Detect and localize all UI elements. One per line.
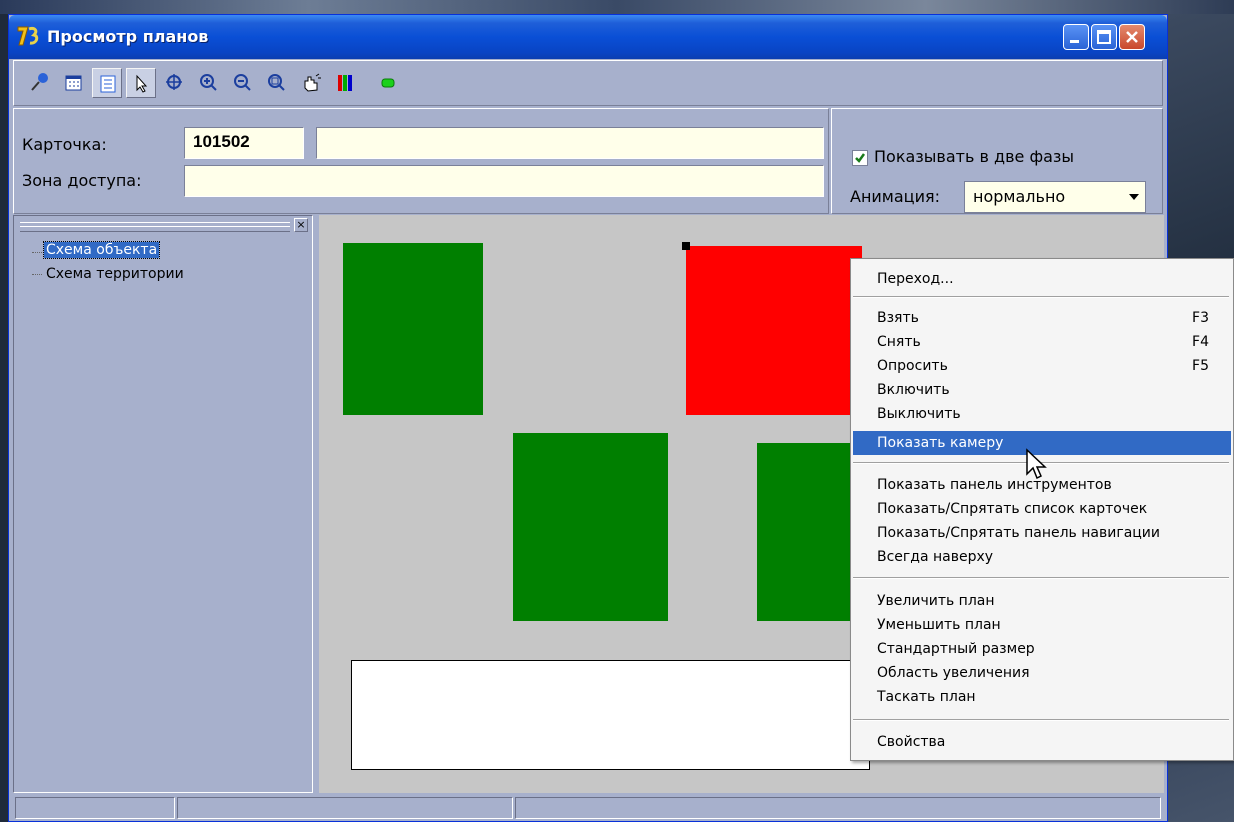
zoom-in-button[interactable] [194,68,224,98]
display-options-panel: Показывать в две фазы Анимация: нормальн… [831,108,1163,214]
desktop-background [0,0,1234,14]
maximize-button[interactable] [1091,24,1117,50]
menu-item-enable[interactable]: Включить [853,378,1231,402]
pin-icon [31,73,48,91]
zone-block[interactable] [513,433,668,621]
zoom-out-button[interactable] [228,68,258,98]
maximize-icon [1097,30,1111,44]
status-bar [13,795,1163,819]
two-phase-checkbox[interactable] [852,150,868,166]
zone-block[interactable] [343,243,483,415]
access-zone-field[interactable] [184,165,824,197]
standard-size-icon [166,74,182,90]
menu-separator [853,719,1229,721]
two-phase-label[interactable]: Показывать в две фазы [874,147,1074,166]
menu-item-goto[interactable]: Переход... [853,267,1231,291]
plan-text-area[interactable] [351,660,870,770]
toolbar [13,60,1163,106]
zoom-area-icon [268,74,285,91]
animation-select-value: нормально [973,187,1066,206]
zoom-area-button[interactable] [262,68,292,98]
tree-item-object-scheme[interactable]: Схема объекта [42,241,161,259]
mouse-cursor-icon [1026,448,1047,480]
access-zone-label: Зона доступа: [22,171,142,190]
status-indicator-icon [381,78,395,88]
navigation-panel: × Схема объекта Схема территории [13,215,313,793]
menu-item-properties[interactable]: Свойства [853,730,1231,754]
menu-item-arm[interactable]: Взять F3 [853,306,1231,330]
select-mode-button[interactable] [126,68,156,98]
pin-button[interactable] [24,68,54,98]
colors-icon [338,75,352,91]
close-icon [1126,31,1138,43]
menu-item-toggle-navigation[interactable]: Показать/Спрятать панель навигации [853,521,1231,545]
card-info-panel: Карточка: 101502 Зона доступа: [13,108,829,214]
close-button[interactable] [1119,24,1145,50]
menu-item-disable[interactable]: Выключить [853,402,1231,426]
status-section [177,797,513,819]
minimize-button[interactable] [1063,24,1089,50]
arrow-cursor-icon [136,74,148,93]
desktop-background-left [0,14,8,822]
zoom-out-icon [234,74,251,91]
status-section [515,797,1161,819]
animation-select[interactable]: нормально [964,181,1146,213]
title-bar[interactable]: Просмотр планов [9,15,1167,59]
menu-item-zoom-area[interactable]: Область увеличения [853,661,1231,685]
context-menu: Переход... Взять F3 Снять F4 Опросить F5 Вк… [850,258,1234,761]
status-indicator-button[interactable] [374,68,404,98]
animation-label: Анимация: [850,187,940,206]
menu-separator [853,296,1229,298]
menu-item-zoom-in-plan[interactable]: Увеличить план [853,589,1231,613]
window-title: Просмотр планов [47,27,209,46]
zoom-in-icon [200,74,217,91]
minimize-icon [1070,40,1079,43]
menu-item-disarm[interactable]: Снять F4 [853,330,1231,354]
chevron-down-icon[interactable] [1129,194,1139,200]
tree-panel-icon [100,75,116,93]
card-label: Карточка: [22,135,107,154]
checkmark-icon [855,153,866,163]
card-list-button[interactable] [58,68,88,98]
card-name-field[interactable] [316,127,824,159]
tree-connector [32,274,42,275]
menu-item-drag-plan[interactable]: Таскать план [853,685,1231,709]
card-list-icon [65,75,82,91]
zone-block[interactable] [757,443,862,621]
menu-item-poll[interactable]: Опросить F5 [853,354,1231,378]
menu-separator [853,577,1229,579]
pan-button[interactable] [296,68,326,98]
menu-item-toggle-card-list[interactable]: Показать/Спрятать список карточек [853,497,1231,521]
tree-item-territory-scheme[interactable]: Схема территории [44,266,186,282]
pan-hand-icon [304,73,321,92]
panel-grip[interactable] [20,222,290,232]
status-section [15,797,175,819]
menu-item-zoom-out-plan[interactable]: Уменьшить план [853,613,1231,637]
card-number-field[interactable]: 101502 [184,127,304,159]
menu-item-always-on-top[interactable]: Всегда наверху [853,545,1231,569]
selection-handle[interactable] [682,242,690,250]
tree-connector [32,252,42,253]
panel-close-button[interactable]: × [294,218,308,232]
colors-button[interactable] [330,68,360,98]
zone-block-selected[interactable] [686,246,862,415]
app-icon [17,26,39,46]
menu-item-standard-size[interactable]: Стандартный размер [853,637,1231,661]
standard-size-button[interactable] [160,68,190,98]
tree-panel-button[interactable] [92,68,122,98]
